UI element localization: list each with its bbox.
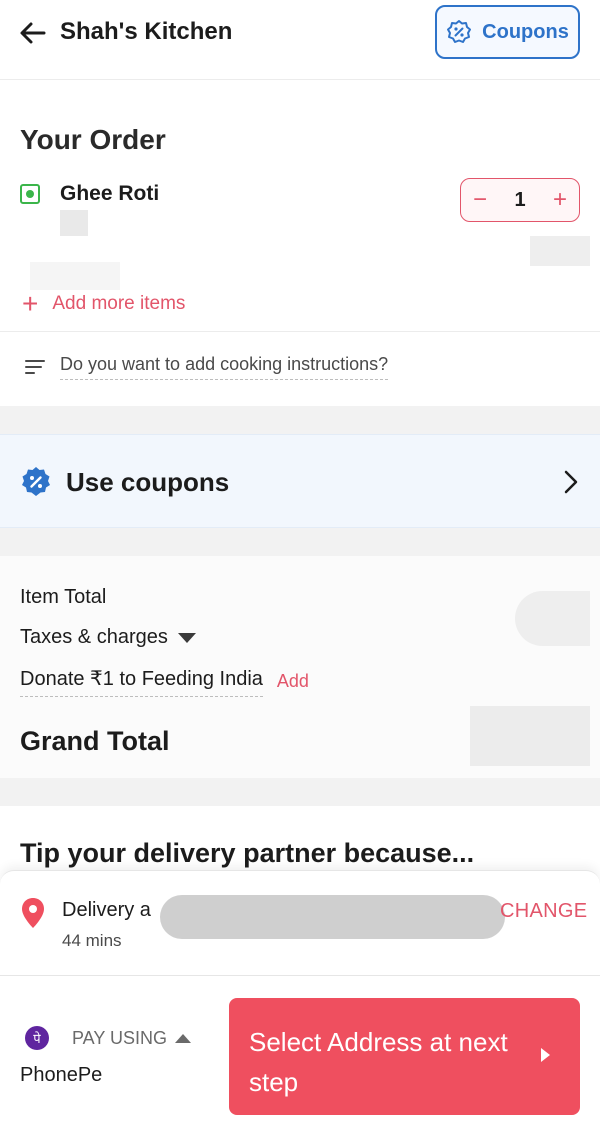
arrow-right-icon: [541, 1048, 550, 1062]
veg-indicator-icon: [20, 184, 40, 204]
cooking-instructions-link[interactable]: Do you want to add cooking instructions?: [24, 354, 389, 380]
redacted-area: [530, 236, 590, 266]
quantity-value: 1: [514, 188, 526, 211]
location-pin-icon: [22, 898, 44, 928]
pay-using-label: PAY USING: [72, 1028, 168, 1048]
section-separator: [0, 406, 600, 434]
add-more-items-label: Add more items: [52, 293, 186, 314]
plus-icon: +: [22, 288, 39, 319]
add-more-items-link[interactable]: + Add more items: [22, 290, 185, 318]
grand-total-label: Grand Total: [20, 726, 170, 756]
taxes-charges-toggle[interactable]: Taxes & charges: [20, 626, 196, 649]
redacted-area: [60, 210, 88, 236]
redacted-area: [515, 591, 590, 646]
cooking-instructions-label: Do you want to add cooking instructions?: [60, 354, 389, 380]
taxes-charges-label: Taxes & charges: [20, 626, 168, 648]
donate-label: Donate ₹1 to Feeding India: [20, 666, 263, 697]
notes-icon: [25, 360, 45, 374]
chevron-right-icon: [564, 470, 578, 494]
delivery-eta: 44 mins: [62, 931, 122, 950]
use-coupons-row[interactable]: Use coupons: [0, 434, 600, 528]
decrease-quantity-button[interactable]: −: [473, 188, 487, 212]
change-address-button[interactable]: CHANGE: [500, 900, 587, 923]
item-total-label: Item Total: [20, 586, 107, 608]
discount-badge-icon: [447, 20, 472, 43]
delivery-address-label: Delivery a: [62, 899, 151, 921]
coupons-button-label: Coupons: [482, 20, 569, 43]
payment-method-name: PhonePe: [20, 1064, 103, 1086]
order-item-name: Ghee Roti: [60, 182, 160, 205]
top-bar: Shah's Kitchen Coupons: [0, 0, 600, 80]
donate-add-button[interactable]: Add: [277, 671, 309, 692]
tip-section-title: Tip your delivery partner because...: [20, 838, 475, 868]
increase-quantity-button[interactable]: +: [553, 188, 567, 212]
divider: [0, 331, 600, 332]
payment-footer: पे PAY USING PhonePe Select Address at n…: [0, 976, 600, 1125]
section-separator: [0, 778, 600, 806]
bill-summary: Item Total Taxes & charges Donate ₹1 to …: [0, 556, 600, 778]
caret-up-icon: [175, 1034, 192, 1043]
restaurant-name: Shah's Kitchen: [60, 18, 233, 45]
section-separator: [0, 528, 600, 556]
use-coupons-label: Use coupons: [66, 467, 230, 497]
back-arrow-icon[interactable]: [18, 18, 48, 48]
coupons-button[interactable]: Coupons: [435, 5, 580, 59]
order-section-title: Your Order: [20, 124, 166, 155]
select-address-label: Select Address at next step: [249, 1027, 508, 1097]
redacted-address: [160, 895, 505, 939]
phonepe-logo-icon: पे: [25, 1026, 49, 1050]
redacted-area: [30, 262, 120, 290]
delivery-address-card: Delivery a 44 mins CHANGE: [0, 870, 600, 976]
caret-down-icon: [177, 632, 196, 643]
quantity-stepper: − 1 +: [460, 178, 580, 222]
pay-using-selector[interactable]: PAY USING: [72, 1028, 192, 1049]
donate-row: Donate ₹1 to Feeding India Add: [20, 666, 309, 697]
redacted-area: [470, 706, 590, 766]
discount-badge-icon: [22, 467, 50, 496]
select-address-button[interactable]: Select Address at next step: [229, 998, 580, 1115]
